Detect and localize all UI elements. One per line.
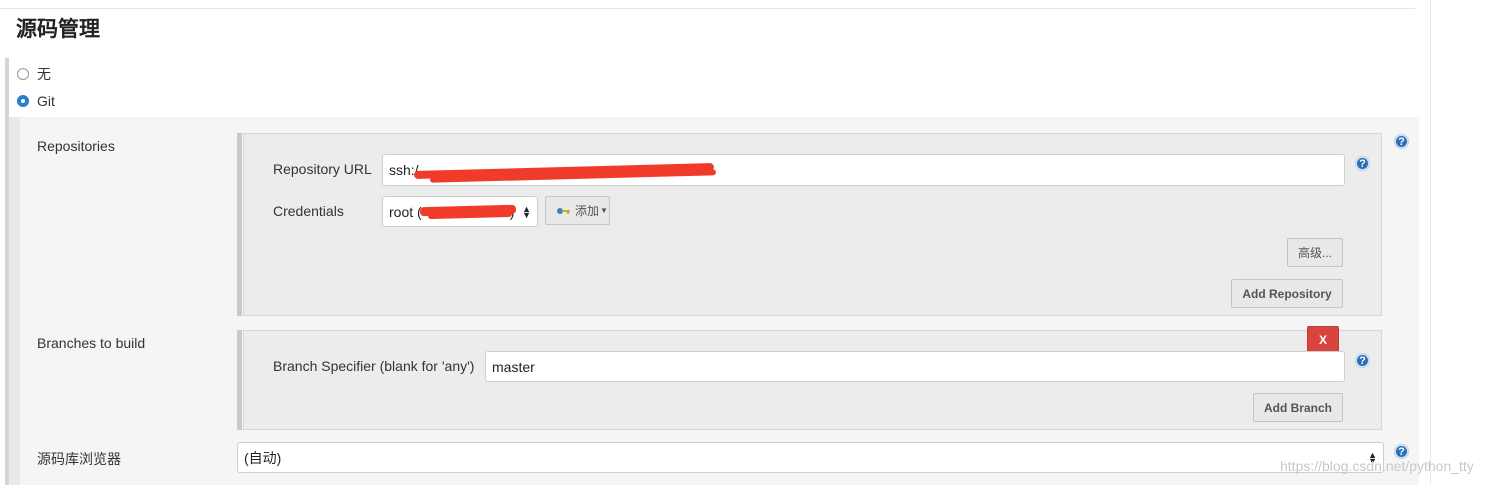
scm-option-git-label: Git [37, 93, 55, 109]
scm-option-none[interactable]: 无 [17, 64, 51, 84]
scm-option-none-label: 无 [37, 66, 51, 82]
select-arrows-icon: ▲ ▼ [522, 203, 531, 220]
repositories-panel-rule [237, 133, 242, 316]
add-credentials-button[interactable]: 添加 ▼ [545, 196, 610, 225]
branch-specifier-value: master [492, 358, 535, 375]
repository-url-label: Repository URL [273, 161, 372, 177]
repository-browser-select[interactable]: (自动) ▲ ▼ [237, 442, 1384, 473]
section-title: 源码管理 [16, 18, 100, 41]
repositories-label: Repositories [37, 138, 115, 154]
scm-option-git[interactable]: Git [17, 93, 55, 109]
watermark: https://blog.csdn.net/python_tty [1280, 458, 1474, 474]
branch-specifier-label: Branch Specifier (blank for 'any') [273, 358, 475, 374]
branches-label: Branches to build [37, 335, 146, 351]
repository-url-help-icon[interactable]: ? [1355, 156, 1370, 171]
add-branch-button[interactable]: Add Branch [1253, 393, 1343, 422]
key-icon [556, 207, 571, 215]
branches-panel-rule [237, 330, 242, 430]
add-credentials-label: 添加 [575, 204, 600, 218]
radio-none[interactable] [17, 68, 29, 80]
advanced-button[interactable]: 高级... [1287, 238, 1343, 267]
credentials-label: Credentials [273, 203, 344, 219]
repository-browser-help-icon[interactable]: ? [1394, 444, 1409, 459]
top-divider [0, 8, 1415, 9]
credentials-value: root ( [389, 203, 422, 220]
right-border [1430, 0, 1431, 485]
radio-git[interactable] [17, 95, 29, 107]
branch-specifier-help-icon[interactable]: ? [1355, 353, 1370, 368]
add-repository-button[interactable]: Add Repository [1231, 279, 1343, 308]
repositories-help-icon[interactable]: ? [1394, 134, 1409, 149]
branch-specifier-input[interactable]: master [485, 351, 1345, 382]
git-settings-strip [9, 117, 20, 485]
repository-browser-value: (自动) [244, 449, 282, 466]
dropdown-caret-icon: ▼ [600, 206, 608, 215]
delete-branch-button[interactable]: X [1307, 326, 1339, 353]
repository-browser-label: 源码库浏览器 [37, 451, 121, 467]
